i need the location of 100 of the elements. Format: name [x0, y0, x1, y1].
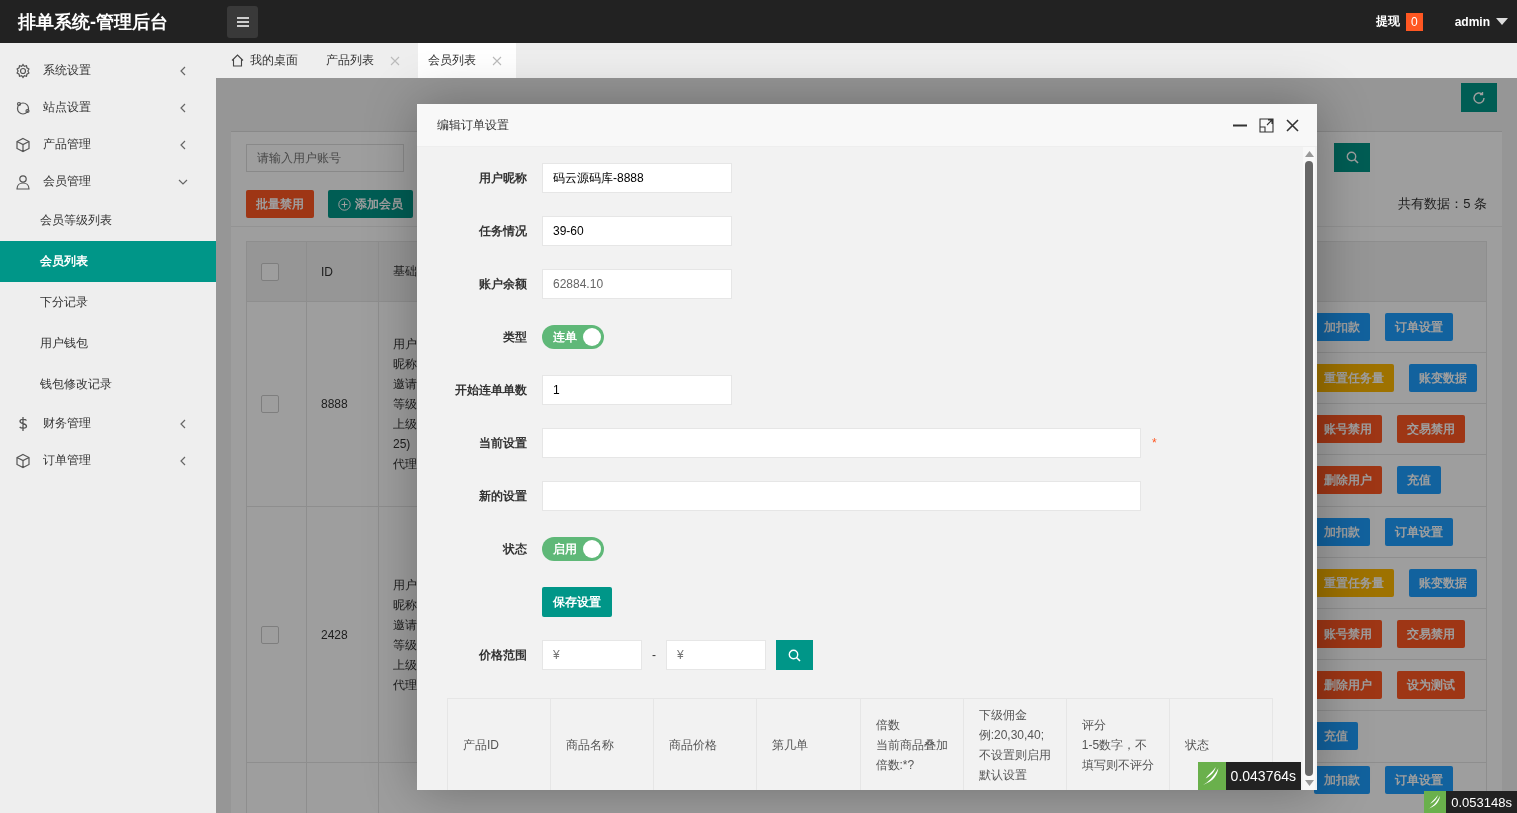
- text-field[interactable]: 62884.10: [542, 269, 732, 299]
- action-button[interactable]: 加扣款: [1314, 518, 1370, 546]
- action-button[interactable]: 账变数据: [1409, 364, 1477, 392]
- field-label: 当前设置: [478, 434, 527, 452]
- action-button[interactable]: 账号禁用: [1314, 620, 1382, 648]
- action-button[interactable]: 订单设置: [1385, 518, 1453, 546]
- table-cell-text: 上级: [393, 416, 417, 433]
- table-cell-text: 代理: [393, 676, 417, 694]
- account-search-field[interactable]: 请输入用户账号: [246, 143, 404, 172]
- add-member-button[interactable]: 添加会员: [328, 190, 413, 218]
- row-checkbox[interactable]: [261, 625, 279, 644]
- settings-field[interactable]: [542, 428, 1141, 458]
- field-label: 开始连单单数: [454, 381, 527, 399]
- toggle-switch[interactable]: 连单: [542, 325, 604, 349]
- sidebar-subitem[interactable]: 钱包修改记录: [0, 364, 216, 405]
- sidebar-item[interactable]: 站点设置: [0, 89, 216, 126]
- batch-disable-button[interactable]: 批量禁用: [246, 190, 314, 218]
- search-button[interactable]: [776, 640, 813, 670]
- column-header: 评分 1-5数字，不 填写则不评分: [1081, 716, 1154, 774]
- plus-circle-icon: [338, 197, 351, 211]
- gear-icon: [15, 62, 31, 79]
- settings-field[interactable]: [542, 481, 1141, 511]
- action-button[interactable]: 充值: [1314, 722, 1358, 750]
- text-field[interactable]: 39-60: [542, 216, 732, 246]
- table-cell-text: 昵称: [393, 596, 417, 614]
- field-label: 账户余额: [478, 275, 527, 293]
- select-all-checkbox[interactable]: [261, 262, 279, 281]
- menu-button[interactable]: [227, 5, 258, 38]
- action-button[interactable]: 账变数据: [1409, 569, 1477, 597]
- sidebar-item[interactable]: 产品管理: [0, 126, 216, 163]
- tab[interactable]: 产品列表: [316, 43, 414, 78]
- field-label: 任务情况: [478, 222, 527, 240]
- scroll-down-icon[interactable]: [1304, 780, 1314, 786]
- action-button[interactable]: 交易禁用: [1397, 415, 1465, 443]
- column-header: ID: [321, 264, 333, 279]
- table-cell: 8888: [321, 397, 348, 411]
- column-header: 产品ID: [463, 736, 499, 754]
- save-settings-button[interactable]: 保存设置: [542, 587, 612, 617]
- column-header: 倍数 当前商品叠加 倍数:*?: [875, 716, 948, 774]
- table-cell-text: 邀请: [393, 616, 417, 634]
- search-icon: [1345, 151, 1359, 164]
- refresh-button[interactable]: [1461, 83, 1497, 112]
- action-button[interactable]: 重置任务量: [1314, 364, 1394, 392]
- table-cell-text: 25): [393, 436, 411, 453]
- range-separator: -: [652, 648, 656, 662]
- sidebar-item[interactable]: 系统设置: [0, 52, 216, 89]
- row-checkbox[interactable]: [261, 395, 279, 413]
- action-button[interactable]: 订单设置: [1385, 313, 1453, 341]
- min-price-field[interactable]: ¥: [542, 640, 642, 670]
- sidebar-subitem[interactable]: 下分记录: [0, 282, 216, 323]
- column-header: 商品名称: [566, 736, 615, 754]
- field-label: 新的设置: [478, 487, 527, 505]
- sidebar-item[interactable]: 订单管理: [0, 442, 216, 479]
- field-label: 价格范围: [478, 646, 527, 664]
- withdraw-count-badge: 0: [1405, 12, 1423, 31]
- action-button[interactable]: 交易禁用: [1397, 620, 1465, 648]
- sidebar-item[interactable]: 财务管理: [0, 405, 216, 442]
- table-cell-text: 用户: [393, 336, 417, 353]
- maximize-icon[interactable]: [1259, 117, 1274, 133]
- max-price-field[interactable]: ¥: [666, 640, 766, 670]
- sidebar-item[interactable]: 会员管理: [0, 163, 216, 200]
- search-icon: [788, 648, 801, 662]
- table-cell-text: 昵称: [393, 356, 417, 373]
- column-header: 下级佣金 例:20,30,40; 不设置则启用 默认设置: [978, 706, 1051, 784]
- field-label: 类型: [502, 328, 527, 346]
- tab[interactable]: 我的桌面: [221, 43, 312, 78]
- action-button[interactable]: 设为测试: [1397, 671, 1465, 699]
- scrollbar[interactable]: [1303, 147, 1315, 790]
- app-title: 排单系统-管理后台: [18, 10, 169, 34]
- column-header: 基础: [393, 263, 417, 280]
- sidebar-subitem[interactable]: 用户钱包: [0, 323, 216, 364]
- leaf-icon: [1197, 762, 1226, 790]
- menu-icon: [235, 15, 250, 28]
- action-button[interactable]: 加扣款: [1314, 766, 1370, 794]
- action-button[interactable]: 账号禁用: [1314, 415, 1382, 443]
- tab[interactable]: 会员列表: [418, 43, 516, 78]
- column-header: 第几单: [772, 736, 809, 754]
- cube-icon: [15, 136, 31, 153]
- action-button[interactable]: 删除用户: [1314, 466, 1382, 494]
- scroll-up-icon[interactable]: [1304, 151, 1314, 157]
- table-cell-text: 上级: [393, 656, 417, 674]
- close-icon[interactable]: [1286, 118, 1299, 132]
- sidebar-subitem[interactable]: 会员列表: [0, 241, 216, 282]
- table-cell-text: 用户: [393, 576, 417, 594]
- withdraw-link[interactable]: 提现: [1375, 13, 1400, 30]
- required-mark: *: [1152, 436, 1157, 450]
- text-field[interactable]: 码云源码库-8888: [542, 163, 732, 193]
- action-button[interactable]: 加扣款: [1314, 313, 1370, 341]
- user-menu[interactable]: admin: [1454, 14, 1490, 29]
- sidebar-subitem[interactable]: 会员等级列表: [0, 200, 216, 241]
- action-button[interactable]: 订单设置: [1385, 766, 1453, 794]
- action-button[interactable]: 删除用户: [1314, 671, 1382, 699]
- search-button[interactable]: [1334, 143, 1370, 172]
- text-field[interactable]: 1: [542, 375, 732, 405]
- toggle-switch[interactable]: 启用: [542, 537, 604, 561]
- refresh-icon: [1472, 90, 1486, 105]
- field-label: 状态: [501, 540, 527, 558]
- action-button[interactable]: 充值: [1397, 466, 1441, 494]
- table-cell-text: 代理: [393, 456, 417, 473]
- action-button[interactable]: 重置任务量: [1314, 569, 1394, 597]
